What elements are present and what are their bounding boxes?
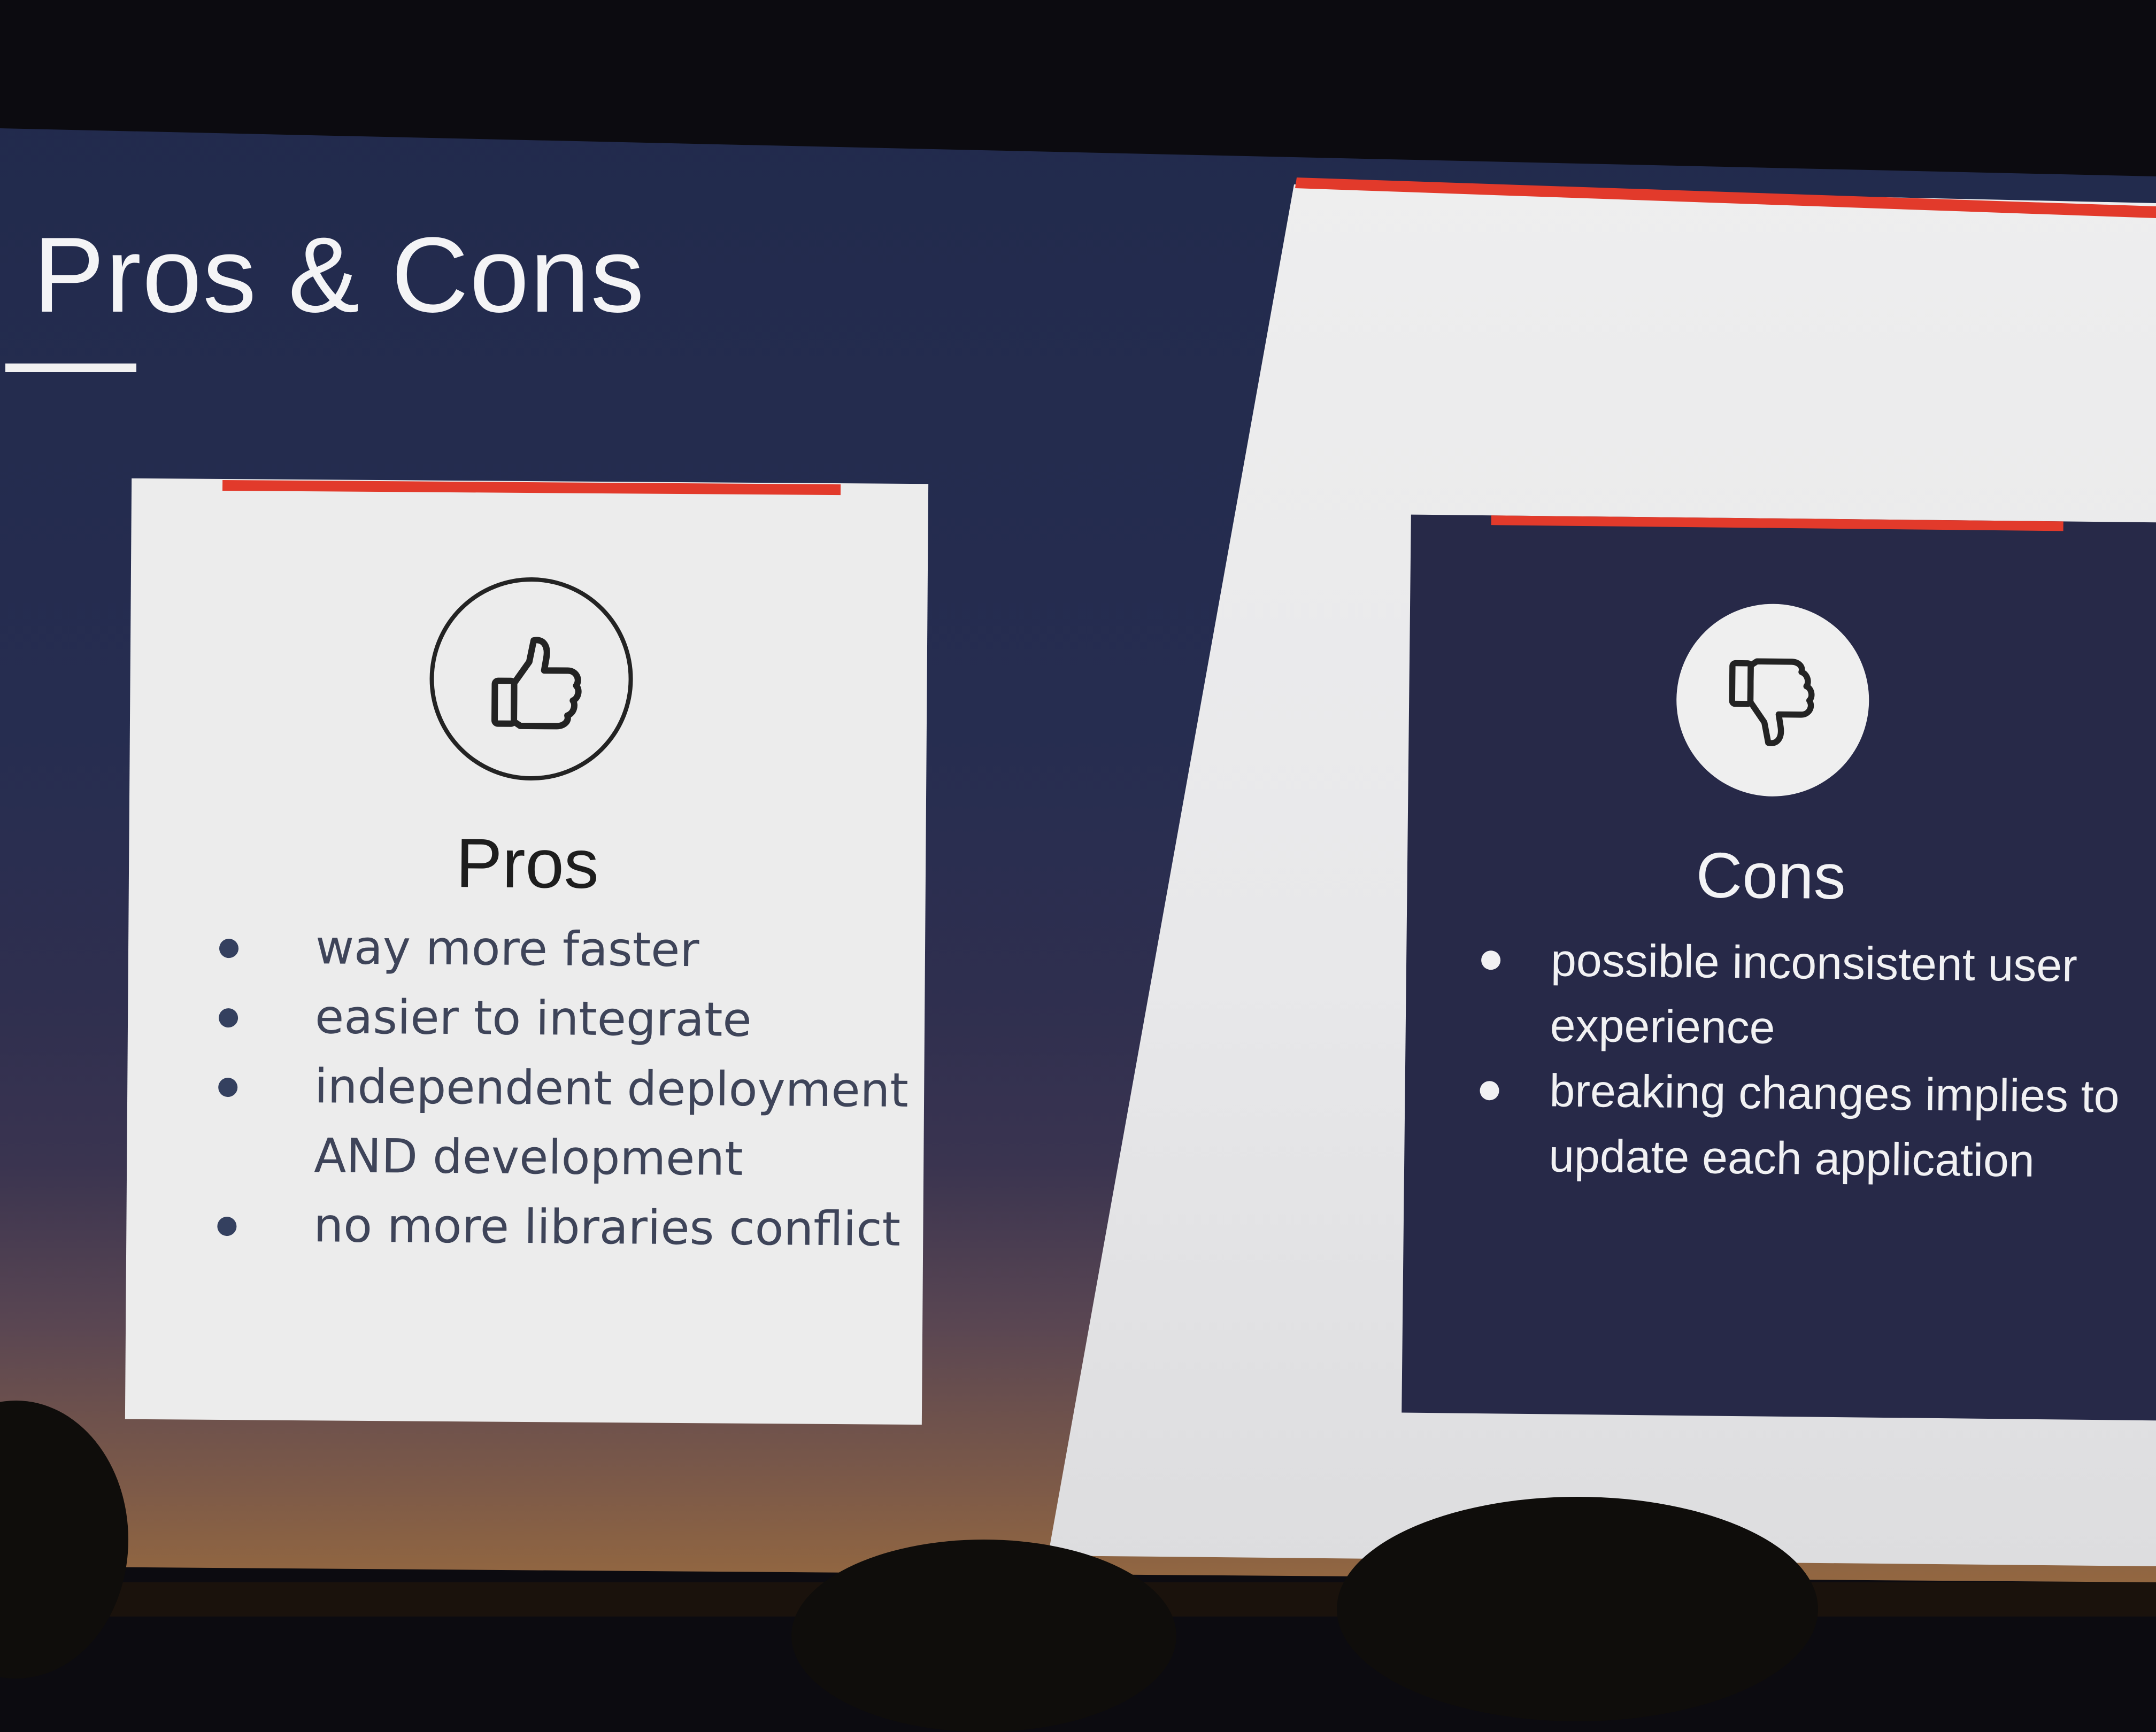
pros-heading: Pros bbox=[455, 824, 599, 903]
pros-icon-circle bbox=[429, 576, 634, 782]
cons-heading: Cons bbox=[1696, 839, 1846, 913]
list-item: independent deployment AND development bbox=[175, 1050, 914, 1195]
cons-card: Cons possible inconsistent user experien… bbox=[1402, 514, 2156, 1421]
projection-scene: Pros & Cons Pros way more faster easier … bbox=[0, 0, 2156, 1732]
list-item: way more faster bbox=[176, 911, 915, 986]
list-item: easier to integrate bbox=[176, 981, 914, 1056]
audience-head bbox=[1337, 1497, 1818, 1721]
pros-list: way more faster easier to integrate inde… bbox=[174, 911, 915, 1264]
slide-title: Pros & Cons bbox=[33, 215, 645, 335]
pros-accent-bar bbox=[222, 480, 841, 496]
pros-card: Pros way more faster easier to integrate… bbox=[125, 478, 929, 1425]
title-underline bbox=[5, 364, 136, 372]
cons-icon-circle bbox=[1675, 602, 1870, 798]
list-item: breaking changes implies to update each … bbox=[1452, 1057, 2156, 1195]
list-item: possible inconsistent user experience bbox=[1453, 927, 2156, 1065]
thumbs-down-icon bbox=[1729, 658, 1815, 746]
thumbs-up-icon bbox=[491, 637, 582, 730]
cons-list: possible inconsistent user experience br… bbox=[1452, 927, 2156, 1195]
audience-head bbox=[791, 1540, 1176, 1732]
list-item: no more libraries conflict bbox=[174, 1189, 913, 1264]
